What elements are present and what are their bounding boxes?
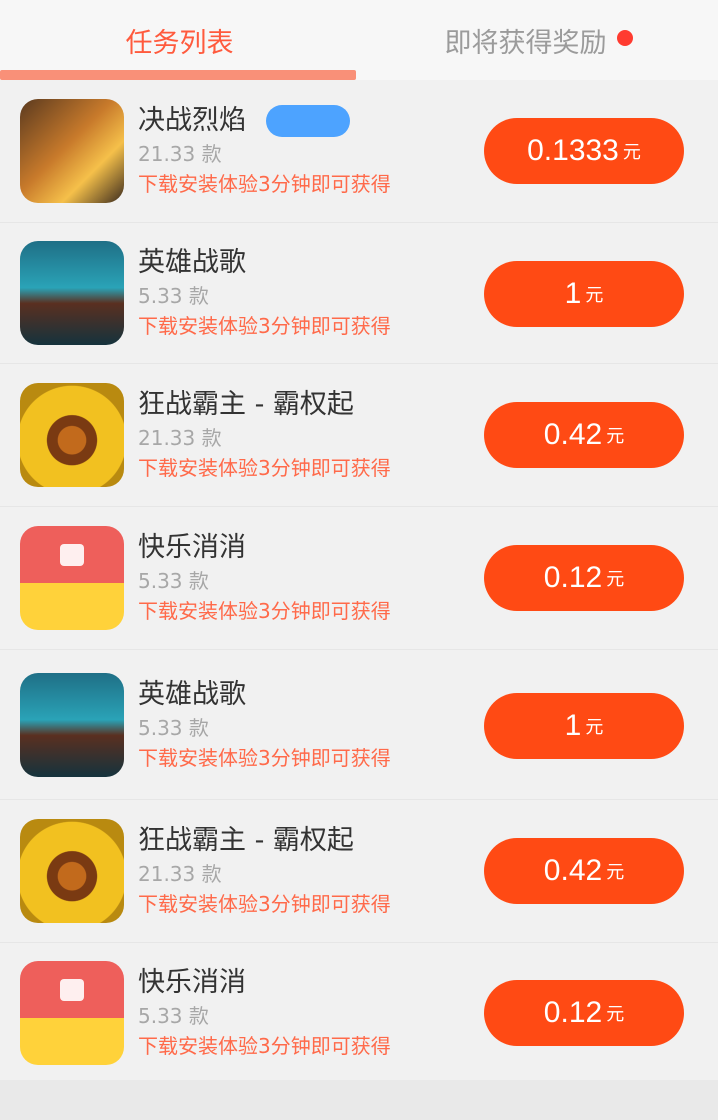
game-lion-icon [20,383,124,487]
task-info: 英雄战歌 5.33 款 下载安装体验3分钟即可获得 [138,246,458,340]
reward-button[interactable]: 1元 [484,261,684,327]
reward-button[interactable]: 0.1333 元 [484,118,684,184]
task-description: 下载安装体验3分钟即可获得 [138,745,391,770]
task-info: 狂战霸主 - 霸权起 21.33 款 下载安装体验3分钟即可获得 [138,388,458,482]
reward-unit: 元 [622,142,641,162]
task-subtitle: 5.33 款 [138,715,209,740]
tab-upcoming-rewards-label: 即将获得奖励 [444,27,607,59]
reward-button[interactable]: 0.12 元 [484,980,684,1046]
task-description: 下载安装体验3分钟即可获得 [138,1034,391,1058]
task-list: 决战烈焰 21.33 款 下载安装体验3分钟即可获得 0.1333 元 英雄战歌 … [0,80,718,1083]
task-name: 狂战霸主 - 霸权起 [138,825,354,856]
task-row[interactable]: 英雄战歌 5.33 款 下载安装体验3分钟即可获得 1元 [0,223,718,364]
task-subtitle: 21.33 款 [138,862,222,886]
reward-unit: 元 [585,717,604,737]
task-description: 下载安装体验3分钟即可获得 [138,892,391,916]
task-name: 英雄战歌 [138,678,246,710]
game-puzzle-icon [20,961,124,1065]
reward-amount: 0.1333 [527,134,619,167]
task-name: 英雄战歌 [138,247,246,278]
reward-amount: 0.42 [543,418,603,451]
task-subtitle: 5.33 款 [138,284,209,308]
reward-button[interactable]: 0.12 元 [484,545,684,611]
reward-button[interactable]: 1元 [484,693,684,759]
tab-task-list[interactable]: 任务列表 [0,0,359,80]
game-lion-icon [20,819,124,923]
task-name: 快乐消消 [138,967,246,998]
reward-button[interactable]: 0.42 元 [484,402,684,468]
task-info: 英雄战歌 5.33 款 下载安装体验3分钟即可获得 [138,678,458,772]
tab-task-list-label: 任务列表 [125,27,234,59]
reward-amount: 0.12 [543,996,603,1029]
task-description: 下载安装体验3分钟即可获得 [138,599,391,623]
reward-amount: 1 [564,277,582,310]
bottom-strip [0,1080,718,1120]
task-description: 下载安装体验3分钟即可获得 [138,172,391,196]
task-row[interactable]: 快乐消消 5.33 款 下载安装体验3分钟即可获得 0.12 元 [0,507,718,650]
game-warrior-icon [20,99,124,203]
active-tab-indicator [0,70,356,80]
reward-unit: 元 [606,862,625,882]
game-fighter-icon [20,672,124,777]
heart-icon [60,544,84,566]
reward-amount: 1 [564,709,582,742]
task-name: 快乐消消 [138,532,246,563]
task-description: 下载安装体验3分钟即可获得 [138,314,391,338]
task-row[interactable]: 狂战霸主 - 霸权起 21.33 款 下载安装体验3分钟即可获得 0.42 元 [0,364,718,507]
tab-upcoming-rewards[interactable]: 即将获得奖励 [359,0,718,80]
reward-unit: 元 [606,1004,625,1024]
task-subtitle: 21.33 款 [138,142,222,166]
task-description: 下载安装体验3分钟即可获得 [138,456,391,480]
reward-unit: 元 [585,285,604,305]
task-info: 决战烈焰 21.33 款 下载安装体验3分钟即可获得 [138,104,458,198]
task-row[interactable]: 决战烈焰 21.33 款 下载安装体验3分钟即可获得 0.1333 元 [0,80,718,223]
task-subtitle: 5.33 款 [138,1004,209,1028]
tab-bar: 任务列表 即将获得奖励 [0,0,718,80]
game-puzzle-icon [20,526,124,630]
task-subtitle: 5.33 款 [138,569,209,593]
app-screen: 任务列表 即将获得奖励 决战烈焰 21.33 款 下载安装体验3分钟即可获得 0… [0,0,718,1120]
reward-amount: 0.42 [543,854,603,887]
task-info: 快乐消消 5.33 款 下载安装体验3分钟即可获得 [138,966,458,1060]
task-row[interactable]: 狂战霸主 - 霸权起 21.33 款 下载安装体验3分钟即可获得 0.42 元 [0,800,718,943]
task-row[interactable]: 英雄战歌 5.33 款 下载安装体验3分钟即可获得 1元 [0,650,718,800]
task-info: 快乐消消 5.33 款 下载安装体验3分钟即可获得 [138,531,458,625]
heart-icon [60,979,84,1001]
task-row[interactable]: 快乐消消 5.33 款 下载安装体验3分钟即可获得 0.12 元 [0,943,718,1083]
game-fighter-icon [20,241,124,345]
task-name: 狂战霸主 - 霸权起 [138,389,354,420]
reward-unit: 元 [606,569,625,589]
task-info: 狂战霸主 - 霸权起 21.33 款 下载安装体验3分钟即可获得 [138,824,458,918]
reward-unit: 元 [606,426,625,446]
task-badge [266,105,350,137]
notification-dot-icon [616,30,633,46]
reward-button[interactable]: 0.42 元 [484,838,684,904]
reward-amount: 0.12 [543,561,603,594]
task-subtitle: 21.33 款 [138,426,222,450]
task-name: 决战烈焰 [138,105,246,136]
